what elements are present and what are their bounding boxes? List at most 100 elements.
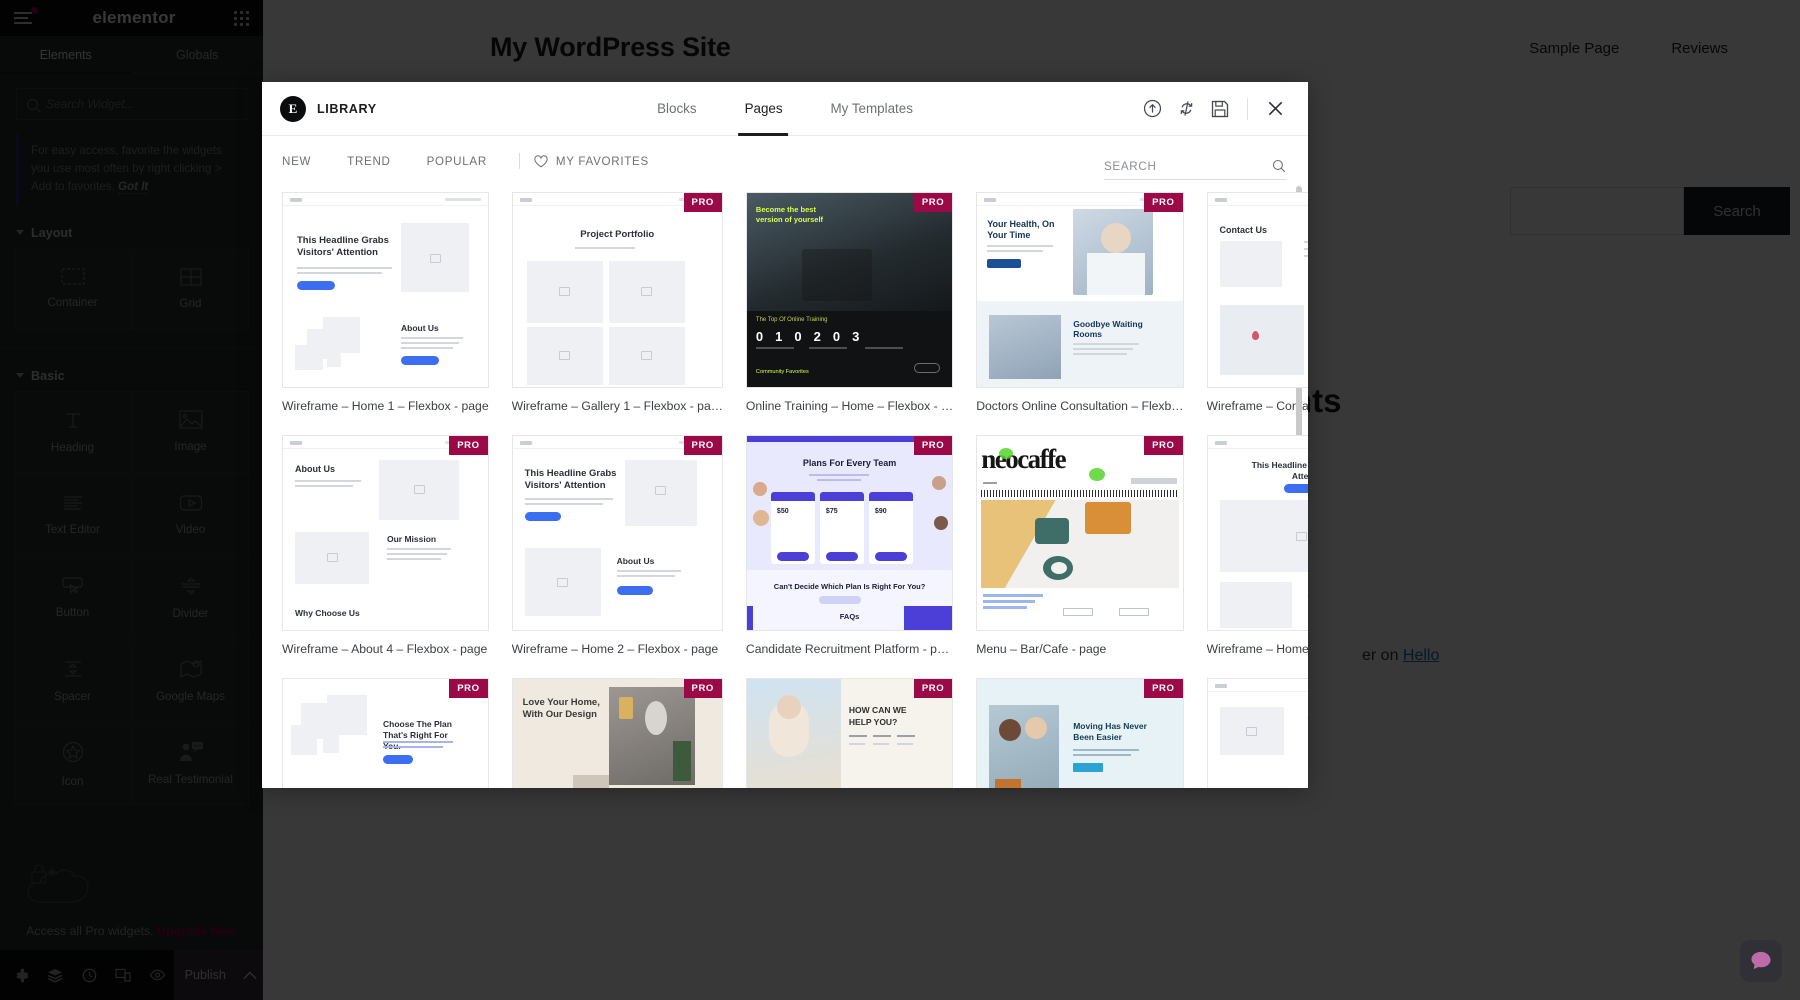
thumb-headline: HOW CAN WE HELP YOU?	[849, 705, 925, 729]
pro-badge: PRO	[449, 679, 487, 698]
pro-badge: PRO	[684, 193, 722, 212]
template-title: Wireframe – Home 2 – Flexbox - page	[512, 642, 723, 656]
chat-bubble-icon	[1750, 951, 1772, 971]
thumb-question: Can't Decide Which Plan Is Right For You…	[747, 582, 952, 591]
thumb-subhead: About Us	[617, 556, 655, 566]
template-thumbnail: PRO This Headline Grabs Visitors' Attent…	[1207, 435, 1309, 631]
thumb-headline: Moving Has Never Been Easier	[1073, 721, 1149, 744]
template-thumbnail: PRO Project Portfolio	[512, 192, 723, 388]
templates-grid: This Headline Grabs Visitors' Attention …	[282, 192, 1288, 788]
template-card[interactable]: PRO This Headline Grabs Visitors' Attent…	[1207, 435, 1309, 656]
heart-icon	[534, 155, 548, 168]
library-brand: E LIBRARY	[280, 96, 377, 122]
template-card[interactable]: PRO Moving Has Never Been Easier	[976, 678, 1183, 788]
template-card[interactable]: PRO Become the best version of yourself …	[746, 192, 953, 413]
template-thumbnail: PRO About Us Our Mission	[282, 435, 489, 631]
library-templates-grid-wrap: This Headline Grabs Visitors' Attention …	[262, 186, 1308, 788]
library-filter-bar: NEW TREND POPULAR MY FAVORITES	[262, 136, 1308, 186]
sync-icon[interactable]	[1171, 94, 1201, 124]
template-thumbnail: Our Services	[1207, 678, 1309, 788]
thumb-headline: Project Portfolio	[513, 229, 722, 240]
my-favorites-filter[interactable]: MY FAVORITES	[534, 155, 649, 168]
thumb-subhead: About Us	[1308, 588, 1309, 598]
thumb-tag: Community Favorites	[756, 369, 809, 375]
template-thumbnail: PRO Love Your Home, With Our Design	[512, 678, 723, 788]
tab-pages[interactable]: Pages	[721, 82, 807, 136]
template-thumbnail: PRO Moving Has Never Been Easier	[976, 678, 1183, 788]
library-title: LIBRARY	[317, 102, 377, 116]
close-icon[interactable]	[1260, 94, 1290, 124]
assistant-bubble-button[interactable]	[1740, 940, 1782, 982]
filter-trend[interactable]: TREND	[329, 155, 408, 168]
template-card[interactable]: PRO Choose The Plan That's Right For You…	[282, 678, 489, 788]
template-card[interactable]: PRO neocaffe	[976, 435, 1183, 656]
template-title: Doctors Online Consultation – Flexb…	[976, 399, 1183, 413]
template-thumbnail: PRO Plans For Every Team	[746, 435, 953, 631]
template-title: Candidate Recruitment Platform - p…	[746, 642, 953, 656]
template-card[interactable]: PRO Plans For Every Team	[746, 435, 953, 656]
thumb-subhead: The Top Of Online Training	[756, 317, 828, 323]
thumb-subhead: About Us	[401, 323, 439, 333]
pro-badge: PRO	[684, 679, 722, 698]
template-thumbnail: PRO Choose The Plan That's Right For You…	[282, 678, 489, 788]
pro-badge: PRO	[449, 436, 487, 455]
template-title: Wireframe – Home 3 – Flexbox - page	[1207, 642, 1309, 656]
template-title: Wireframe – Contact 5 – Flexbox - p…	[1207, 399, 1309, 413]
thumb-headline: About Us	[295, 464, 335, 474]
library-tabs: Blocks Pages My Templates	[633, 82, 937, 136]
thumb-headline: Become the best version of yourself	[756, 205, 836, 225]
pro-badge: PRO	[914, 679, 952, 698]
template-card[interactable]: PRO Contact Us Visit Us	[1207, 192, 1309, 413]
template-library-modal: E LIBRARY Blocks Pages My Templates	[262, 82, 1308, 788]
pro-badge: PRO	[1144, 193, 1182, 212]
tab-blocks[interactable]: Blocks	[633, 82, 720, 136]
library-header: E LIBRARY Blocks Pages My Templates	[262, 82, 1308, 136]
template-card[interactable]: Our Services	[1207, 678, 1309, 788]
thumb-headline: Our Services	[1308, 713, 1309, 723]
thumb-headline: Plans For Every Team	[747, 458, 952, 468]
save-icon[interactable]	[1205, 94, 1235, 124]
library-header-actions	[1137, 94, 1290, 124]
pro-badge: PRO	[1144, 679, 1182, 698]
filter-popular[interactable]: POPULAR	[409, 155, 505, 168]
template-card[interactable]: PRO This Headline Grabs Visitors' Attent…	[512, 435, 723, 656]
my-favorites-label: MY FAVORITES	[556, 155, 649, 168]
template-thumbnail: This Headline Grabs Visitors' Attention …	[282, 192, 489, 388]
template-thumbnail: PRO Contact Us Visit Us	[1207, 192, 1309, 388]
search-icon	[1272, 159, 1286, 173]
pro-badge: PRO	[914, 193, 952, 212]
template-card[interactable]: PRO Project Portfolio	[512, 192, 723, 413]
template-title: Menu – Bar/Cafe - page	[976, 642, 1183, 656]
thumb-footnote: Why Choose Us	[295, 608, 360, 618]
template-thumbnail: PRO Your Health, On Your Time	[976, 192, 1183, 388]
pro-badge: PRO	[914, 436, 952, 455]
thumb-subhead: Goodbye Waiting Rooms	[1073, 319, 1149, 339]
thumb-subhead: Our Mission	[387, 534, 436, 544]
template-card[interactable]: This Headline Grabs Visitors' Attention …	[282, 192, 489, 413]
template-thumbnail: PRO Become the best version of yourself …	[746, 192, 953, 388]
thumb-headline: Your Health, On Your Time	[987, 219, 1059, 242]
template-card[interactable]: PRO HOW CAN WE HELP YOU?	[746, 678, 953, 788]
template-thumbnail: PRO neocaffe	[976, 435, 1183, 631]
template-thumbnail: PRO HOW CAN WE HELP YOU?	[746, 678, 953, 788]
header-separator	[1247, 98, 1248, 120]
screen: My WordPress Site Sample Page Reviews Se…	[0, 0, 1800, 1000]
thumb-headline: This Headline Grabs Visitors' Attention	[1208, 460, 1309, 481]
template-title: Wireframe – Home 1 – Flexbox - page	[282, 399, 489, 413]
template-title: Wireframe – About 4 – Flexbox - page	[282, 642, 489, 656]
elementor-mark-icon: E	[280, 96, 306, 122]
template-title: Online Training – Home – Flexbox - …	[746, 399, 953, 413]
tab-my-templates[interactable]: My Templates	[807, 82, 937, 136]
template-card[interactable]: PRO Love Your Home, With Our Design	[512, 678, 723, 788]
template-thumbnail: PRO This Headline Grabs Visitors' Attent…	[512, 435, 723, 631]
thumb-headline: This Headline Grabs Visitors' Attention	[297, 235, 392, 259]
upload-icon[interactable]	[1137, 94, 1167, 124]
pro-badge: PRO	[1144, 436, 1182, 455]
thumb-headline: Love Your Home, With Our Design	[523, 697, 601, 722]
library-search-input[interactable]	[1104, 160, 1272, 173]
template-card[interactable]: PRO Your Health, On Your Time	[976, 192, 1183, 413]
thumb-headline: This Headline Grabs Visitors' Attention	[525, 468, 617, 492]
template-card[interactable]: PRO About Us Our Mission	[282, 435, 489, 656]
filter-separator	[519, 153, 520, 169]
filter-new[interactable]: NEW	[282, 155, 329, 168]
